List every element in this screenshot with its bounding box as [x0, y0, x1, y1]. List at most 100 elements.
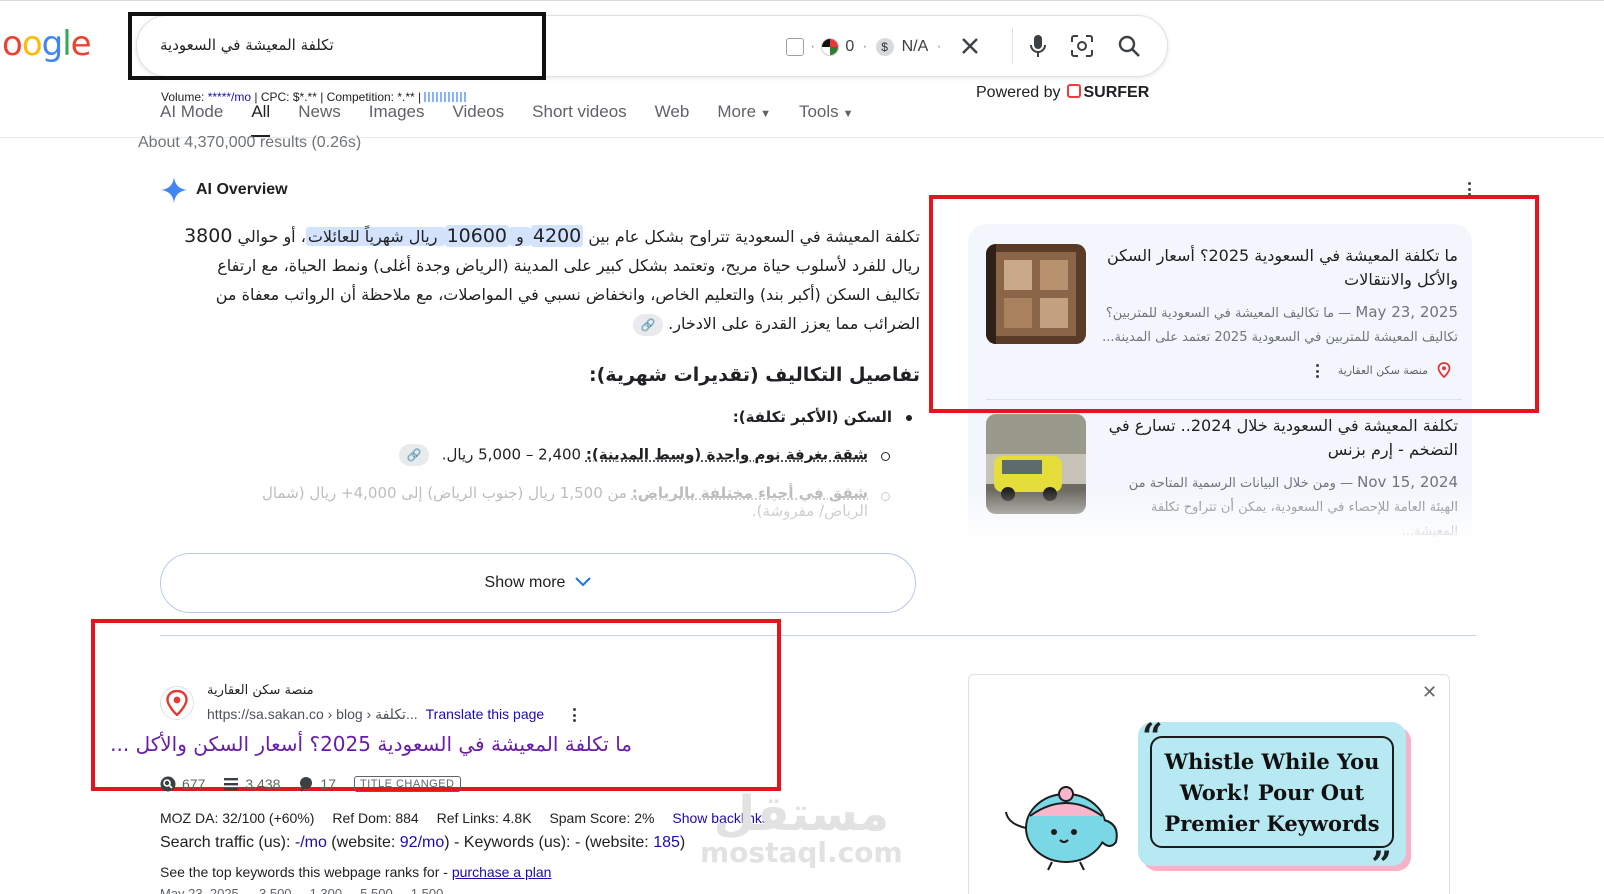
tab-short-videos[interactable]: Short videos: [532, 102, 627, 122]
tab-web[interactable]: Web: [655, 102, 690, 122]
ai-text-part: ريال للفرد لأسلوب حياة مريح، وتعتمد بشكل…: [215, 256, 920, 333]
more-options-icon[interactable]: [1468, 182, 1472, 196]
tab-tools[interactable]: Tools ▼: [799, 102, 854, 122]
result-url-text: https://sa.sakan.co › blog › تكلفة...: [207, 706, 418, 722]
uae-flag-icon: [821, 38, 840, 56]
microphone-icon[interactable]: [1024, 32, 1052, 60]
fade-overlay: [150, 500, 950, 550]
powered-by-label: Powered by: [976, 84, 1061, 101]
tab-videos[interactable]: Videos: [452, 102, 504, 122]
traffic-value-link[interactable]: -/mo: [295, 834, 327, 851]
traffic-label: Search traffic (us):: [160, 834, 295, 851]
ai-highlight-number: 4200: [530, 225, 584, 247]
search-icon[interactable]: [1115, 32, 1143, 60]
moz-metrics: MOZ DA: 32/100 (+60%) Ref Dom: 884 Ref L…: [160, 810, 783, 826]
metric-item: 3,438: [223, 776, 280, 792]
search-circle-icon: [160, 776, 176, 792]
backlink-icon: [300, 777, 313, 792]
powered-by-surfer[interactable]: Powered by SURFER: [976, 84, 1149, 102]
link-chip-icon[interactable]: 🔗: [398, 444, 429, 466]
snippet-cutoff: May 23, 2025 — 3,500 ... 1,300 ... 5,500…: [160, 886, 458, 894]
more-options-icon[interactable]: [573, 708, 577, 722]
tab-more-label: More: [717, 102, 757, 121]
na-value: N/A: [901, 38, 929, 55]
tab-news[interactable]: News: [298, 102, 341, 122]
link-chip-icon[interactable]: 🔗: [633, 313, 664, 336]
metric-value: 3,438: [245, 776, 281, 792]
quote-close-icon: ”: [1371, 844, 1392, 886]
ai-highlight-text: و: [509, 227, 531, 246]
metric-value: 677: [182, 776, 206, 792]
chevron-down-icon: [575, 574, 592, 592]
site-favicon[interactable]: [160, 686, 194, 720]
ai-highlight-text: ريال شهرياً للعائلات: [305, 227, 445, 246]
promo-banner[interactable]: “ Whistle While You Work! Pour Out Premi…: [1138, 716, 1406, 886]
website-keywords-link[interactable]: 185: [653, 834, 680, 851]
result-site-name[interactable]: منصة سكن العقارية: [207, 683, 314, 698]
ai-number: 3800: [184, 225, 233, 247]
tab-ai-mode[interactable]: AI Mode: [160, 102, 223, 122]
tab-more[interactable]: More ▼: [717, 102, 771, 122]
ai-overview-heading: AI Overview: [160, 176, 288, 204]
metric-value: 17: [320, 776, 336, 792]
ai-text-part: ، أو حوالي: [232, 227, 306, 246]
surfer-icon: [1066, 84, 1081, 98]
lens-icon[interactable]: [1068, 32, 1096, 60]
website-traffic-link[interactable]: 92/mo: [400, 834, 444, 851]
promo-line: Work! Pour Out: [1179, 780, 1365, 805]
translate-link[interactable]: Translate this page: [426, 706, 545, 722]
checkbox[interactable]: [786, 38, 804, 56]
highlight-box-source: [929, 195, 1539, 413]
source-date: Nov 15, 2024: [1357, 473, 1458, 491]
traffic-text: ): [679, 834, 686, 851]
list-item-value: 2,400 – 5,000 ريال.: [441, 445, 586, 464]
tab-all[interactable]: All: [251, 102, 270, 138]
ref-dom: Ref Dom: 884: [332, 810, 419, 826]
close-icon[interactable]: ✕: [1422, 682, 1437, 703]
google-logo[interactable]: oogle: [2, 24, 92, 64]
spam-score: Spam Score: 2%: [549, 810, 655, 826]
list-item: شقة بغرفة نوم واحدة (وسط المدينة): 2,400…: [220, 444, 920, 466]
promo-line: Whistle While You: [1164, 749, 1380, 774]
watermark-domain: mostaql.com: [700, 836, 903, 869]
top-keywords-note: See the top keywords this webpage ranks …: [160, 864, 551, 880]
search-tabs: AI Mode All News Images Videos Short vid…: [160, 102, 882, 138]
teapot-mascot-icon: [1005, 786, 1118, 871]
trend-bars-icon: [424, 92, 469, 102]
traffic-text: ) - Keywords (us): - (website:: [444, 834, 654, 851]
list-icon: [224, 778, 239, 791]
moz-da: MOZ DA: 32/100 (+60%): [160, 810, 315, 826]
clear-icon[interactable]: [956, 32, 984, 60]
purchase-plan-link[interactable]: purchase a plan: [452, 864, 552, 880]
ai-overview-paragraph: تكلفة المعيشة في السعودية تتراوح بشكل عا…: [170, 222, 920, 338]
traffic-text: (website:: [326, 834, 400, 851]
metric-item: 17: [298, 776, 336, 792]
caret-down-icon: ▼: [760, 108, 771, 120]
ai-overview-title: AI Overview: [196, 181, 288, 198]
tab-tools-label: Tools: [798, 102, 839, 121]
surfer-label: SURFER: [1083, 84, 1150, 101]
gemini-sparkle-icon: [161, 177, 187, 203]
promo-line: Premier Keywords: [1164, 811, 1380, 836]
count-value: 0: [845, 38, 855, 55]
result-url[interactable]: https://sa.sakan.co › blog › تكلفة... Tra…: [207, 706, 544, 723]
show-more-label: Show more: [484, 574, 566, 591]
title-changed-badge: TITLE CHANGED: [353, 776, 461, 792]
promo-text: Whistle While You Work! Pour Out Premier…: [1154, 746, 1390, 839]
result-title-link[interactable]: ما تكلفة المعيشة في السعودية 2025؟ أسعار…: [110, 732, 632, 756]
dollar-icon: $: [875, 38, 894, 56]
results-count: About 4,370,000 results (0.26s): [138, 134, 362, 151]
search-extensions: · 0 · $ N/A ·: [786, 34, 950, 60]
top-keywords-text: See the top keywords this webpage ranks …: [160, 864, 452, 880]
mostaql-watermark: مستقل mostaql.com: [700, 790, 903, 868]
divider: [1012, 28, 1013, 64]
list-item-label: شقة بغرفة نوم واحدة (وسط المدينة):: [585, 445, 868, 464]
show-more-button[interactable]: Show more: [160, 553, 916, 613]
ai-text-part: تكلفة المعيشة في السعودية تتراوح بشكل عا…: [583, 227, 920, 246]
metric-item: 677: [160, 776, 205, 792]
ref-links: Ref Links: 4.8K: [436, 810, 532, 826]
tab-images[interactable]: Images: [369, 102, 425, 122]
caret-down-icon: ▼: [842, 108, 854, 120]
source-title[interactable]: تكلفة المعيشة في السعودية خلال 2024.. تس…: [1102, 414, 1458, 462]
seo-metrics-row: 677 3,438 17 TITLE CHANGED: [160, 776, 461, 792]
